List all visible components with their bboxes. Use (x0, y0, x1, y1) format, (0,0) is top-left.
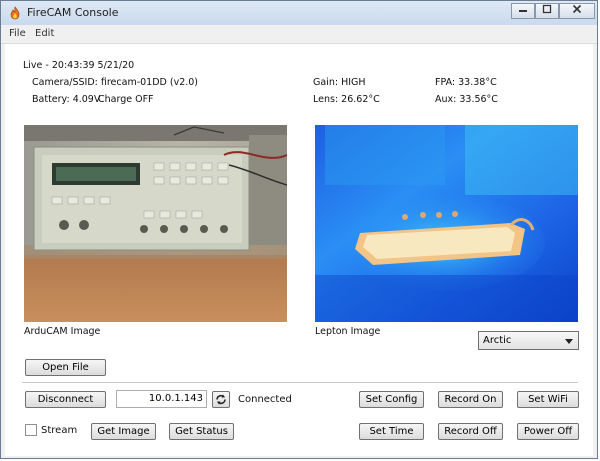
close-icon (572, 4, 582, 14)
palette-selected-value: Arctic (483, 335, 512, 346)
section-divider (22, 382, 578, 383)
aux-temp-label: Aux: 33.56°C (435, 94, 498, 105)
menu-edit[interactable]: Edit (35, 28, 54, 39)
power-off-button[interactable]: Power Off (517, 423, 579, 440)
get-status-button[interactable]: Get Status (169, 423, 234, 440)
charge-label: Charge OFF (98, 94, 154, 105)
chevron-down-icon (565, 339, 573, 344)
fpa-temp-label: FPA: 33.38°C (435, 77, 497, 88)
arducam-image (24, 125, 287, 322)
record-off-button[interactable]: Record Off (438, 423, 503, 440)
refresh-button[interactable] (212, 391, 230, 408)
maximize-button[interactable] (535, 3, 559, 19)
open-file-button[interactable]: Open File (25, 359, 106, 376)
refresh-icon (216, 394, 226, 405)
lens-temp-label: Lens: 26.62°C (313, 94, 380, 105)
lepton-image (315, 125, 578, 322)
maximize-icon (542, 4, 552, 14)
set-config-button[interactable]: Set Config (359, 391, 424, 408)
main-panel: Live - 20:43:39 5/21/20 Camera/SSID: fir… (5, 44, 593, 456)
menu-file[interactable]: File (9, 28, 26, 39)
menu-bar: File Edit (1, 25, 597, 44)
lepton-image-label: Lepton Image (315, 326, 381, 337)
arducam-image-label: ArduCAM Image (24, 326, 101, 337)
close-button[interactable] (559, 3, 595, 19)
stream-checkbox[interactable] (25, 424, 37, 436)
app-window: FireCAM Console File Edit Live - 20:43:3… (0, 0, 598, 459)
battery-label: Battery: 4.09V (32, 94, 101, 105)
set-wifi-button[interactable]: Set WiFi (517, 391, 579, 408)
arducam-photo (24, 125, 287, 322)
minimize-icon (519, 10, 527, 12)
window-title: FireCAM Console (27, 6, 119, 19)
record-on-button[interactable]: Record On (438, 391, 503, 408)
set-time-button[interactable]: Set Time (359, 423, 424, 440)
palette-select[interactable]: Arctic (478, 331, 579, 350)
stream-label: Stream (41, 425, 78, 436)
disconnect-button[interactable]: Disconnect (25, 391, 106, 408)
minimize-button[interactable] (511, 3, 535, 19)
title-bar: FireCAM Console (1, 1, 597, 25)
camera-ssid-label: Camera/SSID: firecam-01DD (v2.0) (32, 77, 199, 88)
lepton-thermal (315, 125, 578, 322)
connection-status: Connected (238, 394, 292, 405)
flame-icon (10, 6, 20, 20)
get-image-button[interactable]: Get Image (91, 423, 156, 440)
gain-label: Gain: HIGH (313, 77, 366, 88)
ip-address-field[interactable]: 10.0.1.143 (116, 390, 207, 408)
live-timestamp: Live - 20:43:39 5/21/20 (23, 60, 135, 71)
